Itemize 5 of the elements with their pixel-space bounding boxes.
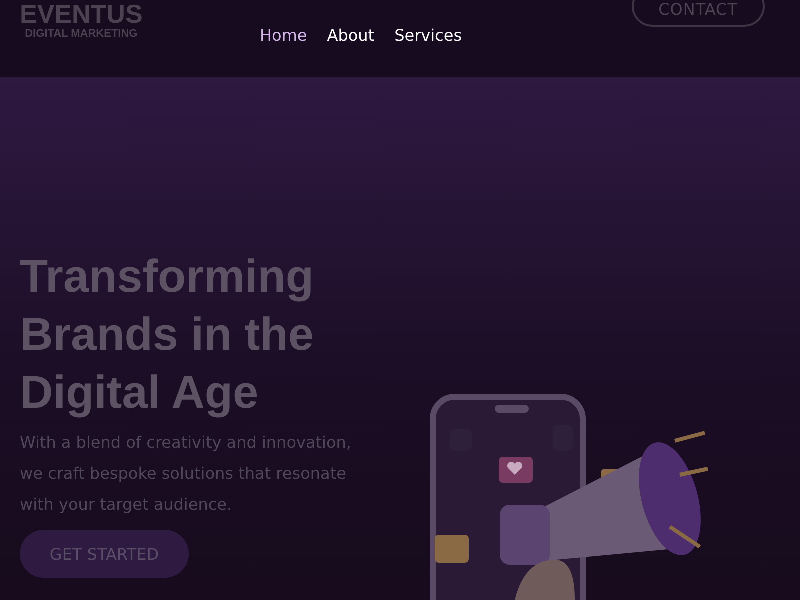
nav-link[interactable]: Home [250,24,318,48]
nav-link[interactable]: About [317,24,385,48]
hero-text: With a blend of creativity and innovation, we craft bespoke solutions that resonate with your target audience. [20,432,352,516]
nav-link[interactable]: Services [384,24,472,48]
hero-title: Transforming Brands in the Digital Age [20,249,315,420]
